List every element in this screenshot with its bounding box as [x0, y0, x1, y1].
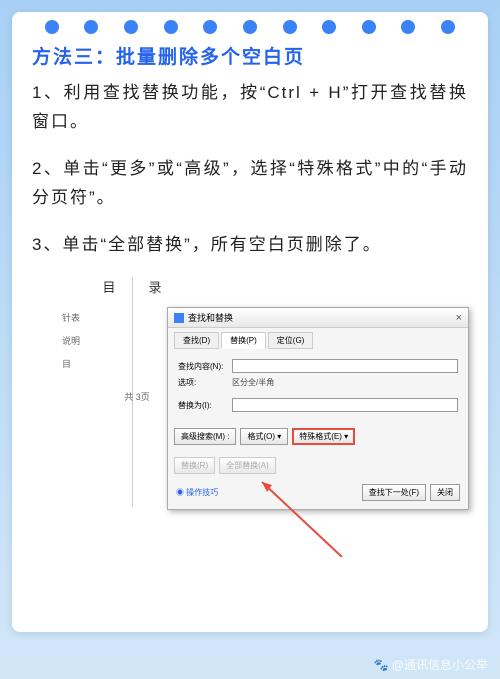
toc-name: 针表 [62, 311, 80, 324]
tab-replace[interactable]: 替换(P) [221, 332, 266, 349]
replace-input[interactable] [232, 398, 458, 412]
close-dialog-button[interactable]: 关闭 [430, 484, 460, 501]
toc-name: 说明 [62, 334, 80, 347]
dialog-button-row-2: 替换(R) 全部替换(A) [168, 451, 468, 480]
step-3: 3、单击“全部替换”，所有空白页删除了。 [32, 231, 468, 260]
find-next-button[interactable]: 查找下一处(F) [362, 484, 426, 501]
options-value: 区分全/半角 [232, 377, 274, 388]
close-button[interactable]: × [456, 312, 462, 324]
notepad: 方法三：批量删除多个空白页 1、利用查找替换功能，按“Ctrl + H”打开查找… [12, 12, 488, 632]
toc-heading: 目 录 [42, 277, 232, 296]
dialog-title: 查找和替换 [188, 311, 233, 324]
replace-button[interactable]: 替换(R) [174, 457, 215, 474]
dialog-icon [174, 313, 184, 323]
find-replace-dialog: 查找和替换 × 查找(D) 替换(P) 定位(G) 查找内容(N): 选项: 区… [167, 307, 469, 510]
dialog-titlebar: 查找和替换 × [168, 308, 468, 328]
more-button[interactable]: 高级搜索(M) : [174, 428, 236, 445]
tab-find[interactable]: 查找(D) [174, 332, 219, 349]
find-label: 查找内容(N): [178, 361, 226, 372]
find-input[interactable] [232, 359, 458, 373]
binding-holes [12, 20, 488, 34]
options-label: 选项: [178, 377, 226, 388]
step-1: 1、利用查找替换功能，按“Ctrl + H”打开查找替换窗口。 [32, 79, 468, 137]
dialog-tabs: 查找(D) 替换(P) 定位(G) [168, 328, 468, 349]
tab-goto[interactable]: 定位(G) [268, 332, 314, 349]
watermark: 🐾 @通讯信息小公举 [374, 656, 488, 673]
screenshot-area: 目 录 针表 1 页 说明 1 页 目 1 页 共 3页 查找和替换 × [32, 277, 468, 527]
replace-label: 替换为(I): [178, 400, 226, 411]
method-title: 方法三：批量删除多个空白页 [32, 42, 468, 69]
step-2: 2、单击“更多”或“高级”，选择“特殊格式”中的“手动分页符”。 [32, 155, 468, 213]
dialog-body: 查找内容(N): 选项: 区分全/半角 替换为(I): [168, 349, 468, 422]
replace-all-button[interactable]: 全部替换(A) [219, 457, 276, 474]
tip-link[interactable]: ◉ 操作技巧 [176, 487, 218, 498]
dialog-footer: ◉ 操作技巧 查找下一处(F) 关闭 [168, 480, 468, 509]
toc-name: 目 [62, 357, 71, 370]
dialog-button-row-1: 高级搜索(M) : 格式(O) ▾ 特殊格式(E) ▾ [168, 422, 468, 451]
special-format-button[interactable]: 特殊格式(E) ▾ [292, 428, 355, 445]
format-button[interactable]: 格式(O) ▾ [240, 428, 288, 445]
